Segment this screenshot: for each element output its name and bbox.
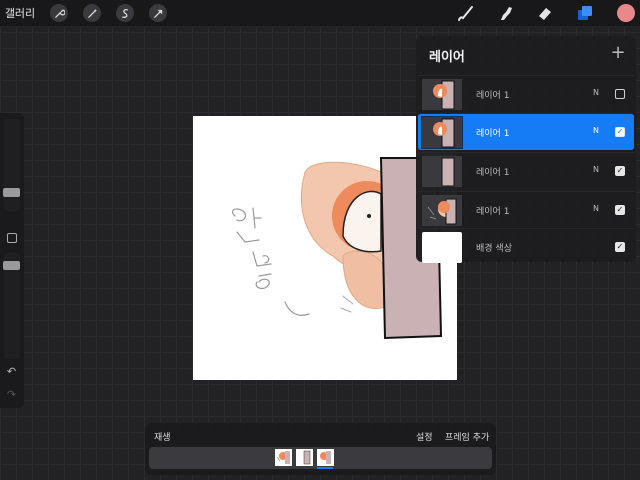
- frame-thumbnail[interactable]: [275, 449, 292, 466]
- add-layer-button[interactable]: +: [608, 43, 628, 63]
- add-frame-button[interactable]: 프레임 추가: [445, 430, 489, 443]
- top-toolbar: 갤러리: [0, 0, 640, 26]
- layer-row[interactable]: 레이어 1 N: [418, 75, 634, 112]
- transform-arrow-icon[interactable]: [149, 4, 167, 22]
- layer-thumbnail: [422, 79, 462, 110]
- layers-icon[interactable]: [575, 3, 595, 23]
- opacity-slider[interactable]: [3, 253, 20, 359]
- frame-thumbnail[interactable]: [296, 449, 313, 466]
- smudge-icon[interactable]: [496, 3, 516, 23]
- settings-button[interactable]: 설정: [416, 430, 433, 443]
- layer-blend-mode[interactable]: N: [593, 165, 599, 174]
- redo-icon[interactable]: ↷: [5, 389, 18, 401]
- layer-name: 레이어 1: [476, 129, 510, 139]
- layer-visibility-checkbox[interactable]: ✓: [615, 166, 625, 176]
- magic-wand-icon[interactable]: [83, 4, 101, 22]
- layer-thumbnail: [421, 116, 463, 149]
- opacity-thumb[interactable]: [3, 261, 20, 270]
- wrench-icon[interactable]: [50, 4, 68, 22]
- frame-timeline[interactable]: [149, 447, 492, 469]
- layer-thumbnail: [422, 156, 462, 187]
- background-color-label: 배경 색상: [476, 244, 512, 254]
- modify-button[interactable]: [7, 233, 17, 243]
- layer-visibility-checkbox[interactable]: ✓: [615, 205, 625, 215]
- layer-blend-mode[interactable]: N: [593, 126, 599, 135]
- layers-panel: 레이어 + 레이어 1 N 레이어 1 N ✓ 레이어 1 N ✓ 레이어 1 …: [416, 36, 636, 265]
- current-frame-indicator: [317, 467, 333, 469]
- brush-icon[interactable]: [455, 3, 475, 23]
- animation-assist-bar: 재생 설정 프레임 추가: [145, 423, 496, 475]
- undo-icon[interactable]: ↶: [5, 366, 18, 378]
- layer-thumbnail: [422, 195, 462, 226]
- layer-row[interactable]: 레이어 1 N ✓: [418, 113, 634, 150]
- selection-icon[interactable]: [116, 4, 134, 22]
- frame-thumbnail[interactable]: [317, 449, 334, 466]
- background-color-swatch[interactable]: [422, 232, 462, 263]
- layer-name: 레이어 1: [476, 207, 510, 217]
- gallery-button[interactable]: 갤러리: [0, 5, 40, 21]
- layer-blend-mode[interactable]: N: [593, 88, 599, 97]
- play-button[interactable]: 재생: [154, 430, 171, 443]
- color-picker-swatch[interactable]: [617, 4, 635, 22]
- left-sidebar: ↶ ↷: [0, 113, 24, 408]
- background-visibility-checkbox[interactable]: ✓: [615, 242, 625, 252]
- background-color-row[interactable]: 배경 색상 ✓: [418, 228, 634, 265]
- layer-name: 레이어 1: [476, 168, 510, 178]
- eraser-icon[interactable]: [535, 3, 555, 23]
- layer-row[interactable]: 레이어 1 N ✓: [418, 191, 634, 228]
- brush-size-thumb[interactable]: [3, 188, 20, 197]
- layer-blend-mode[interactable]: N: [593, 204, 599, 213]
- layer-visibility-checkbox[interactable]: ✓: [615, 127, 625, 137]
- layers-panel-title: 레이어: [429, 50, 465, 65]
- brush-size-slider[interactable]: [3, 119, 20, 211]
- layer-name: 레이어 1: [476, 91, 510, 101]
- layer-visibility-checkbox[interactable]: [615, 89, 625, 99]
- layer-row[interactable]: 레이어 1 N ✓: [418, 152, 634, 189]
